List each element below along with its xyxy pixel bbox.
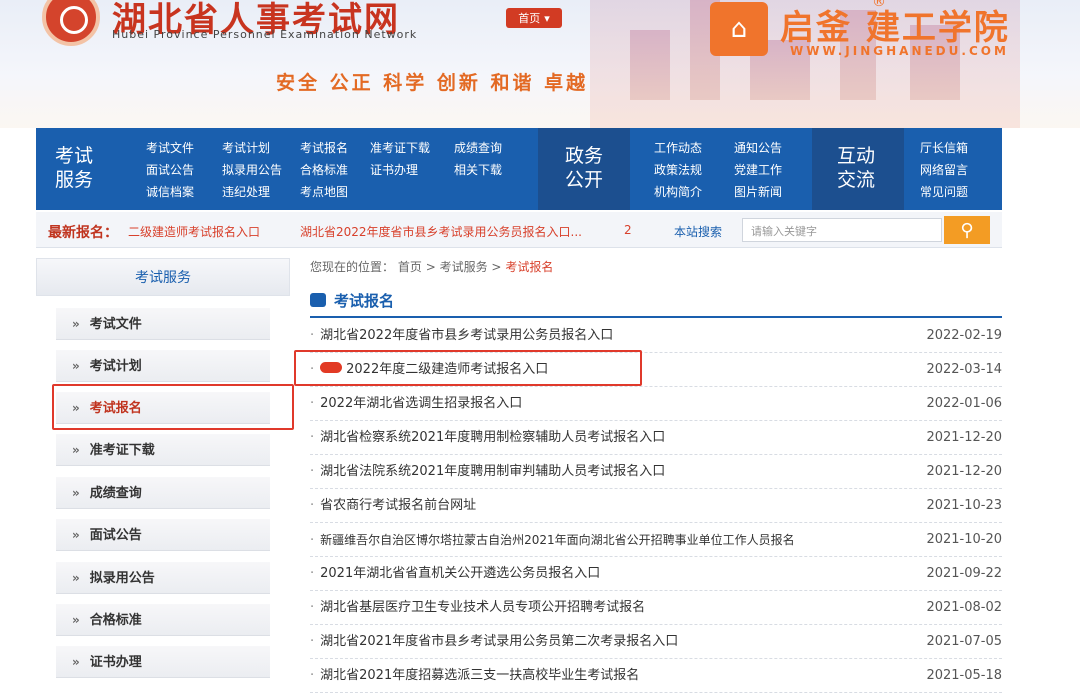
search-input[interactable]: 请输入关键字 (742, 218, 942, 242)
sidebar-item-certificate[interactable]: » 证书办理 (56, 646, 270, 678)
nav-link[interactable]: 拟录用公告 (222, 162, 300, 178)
section-divider (310, 316, 1002, 318)
arrow-icon: » (72, 528, 80, 542)
watermark-url: WWW.JINGHANEDU.COM (790, 44, 1009, 58)
nav-link[interactable]: 厅长信箱 (920, 140, 990, 156)
site-header: 湖北省人事考试网 Hubei Province Personnel Examin… (0, 0, 1080, 128)
arrow-icon: » (72, 571, 80, 585)
list-item[interactable]: · 湖北省2021年度招募选派三支一扶高校毕业生考试报名 2021-05-18 (310, 659, 1002, 693)
nav-link[interactable]: 违纪处理 (222, 184, 300, 200)
latest-more: 2 (624, 223, 632, 237)
nav-links-exam: 考试文件 考试计划 考试报名 准考证下载 成绩查询 面试公告 拟录用公告 合格标… (146, 140, 524, 200)
breadcrumb: 您现在的位置： 首页 > 考试服务 > 考试报名 (310, 260, 554, 274)
sidebar-item-admission-ticket[interactable]: » 准考证下载 (56, 434, 270, 466)
nav-link[interactable]: 考试报名 (300, 140, 370, 156)
sidebar-title: 考试服务 (36, 258, 290, 296)
nav-link[interactable]: 考试文件 (146, 140, 222, 156)
nav-link[interactable]: 相关下载 (454, 162, 524, 178)
nav-link[interactable]: 考试计划 (222, 140, 300, 156)
nav-link[interactable]: 准考证下载 (370, 140, 454, 156)
arrow-icon: » (72, 443, 80, 457)
nav-link[interactable]: 合格标准 (300, 162, 370, 178)
site-logo-icon[interactable] (42, 0, 100, 46)
list-item[interactable]: · 省农商行考试报名前台网址 2021-10-23 (310, 489, 1002, 523)
latest-label: 最新报名： (48, 225, 118, 241)
site-slogan: 安全 公正 科学 创新 和谐 卓越 (276, 72, 589, 94)
breadcrumb-level1[interactable]: 考试服务 (440, 260, 488, 274)
sidebar-item-exam-docs[interactable]: » 考试文件 (56, 308, 270, 340)
list-item[interactable]: · 湖北省检察系统2021年度聘用制检察辅助人员考试报名入口 2021-12-20 (310, 421, 1002, 455)
sidebar-item-hire-notice[interactable]: » 拟录用公告 (56, 562, 270, 594)
nav-section-title-exam: 考试服务 (54, 145, 93, 191)
latest-link[interactable]: 二级建造师考试报名入口 (128, 223, 260, 240)
list-item[interactable]: · 2021年湖北省省直机关公开遴选公务员报名入口 2021-09-22 (310, 557, 1002, 591)
watermark-logo-icon: ⌂ (710, 2, 768, 56)
sidebar-item-interview-notice[interactable]: » 面试公告 (56, 519, 270, 551)
registered-mark: ® (872, 0, 886, 10)
chevron-down-icon: ▾ (544, 11, 550, 25)
nav-section-title-gov: 政务公开 (564, 145, 603, 191)
highlight-box-list (294, 350, 642, 386)
nav-link[interactable]: 诚信档案 (146, 184, 222, 200)
arrow-icon: » (72, 359, 80, 373)
nav-link[interactable]: 考点地图 (300, 184, 370, 200)
arrow-icon: » (72, 613, 80, 627)
nav-links-interact: 厅长信箱 网络留言 常见问题 (920, 140, 990, 200)
site-subtitle: Hubei Province Personnel Examination Net… (112, 28, 418, 41)
nav-section-title-interact: 互动交流 (836, 145, 875, 191)
list-item[interactable]: · 湖北省基层医疗卫生专业技术人员专项公开招聘考试报名 2021-08-02 (310, 591, 1002, 625)
list-item[interactable]: · 湖北省2022年度省市县乡考试录用公务员报名入口 2022-02-19 (310, 319, 1002, 353)
site-search-label: 本站搜索 (674, 225, 723, 239)
list-item[interactable]: · 湖北省法院系统2021年度聘用制审判辅助人员考试报名入口 2021-12-20 (310, 455, 1002, 489)
latest-registration-bar: 最新报名： 二级建造师考试报名入口 湖北省2022年度省市县乡考试录用公务员报名… (36, 212, 1002, 248)
arrow-icon: » (72, 486, 80, 500)
list-item[interactable]: · 2022年湖北省选调生招录报名入口 2022-01-06 (310, 387, 1002, 421)
breadcrumb-home[interactable]: 首页 (398, 260, 422, 274)
nav-link[interactable]: 通知公告 (734, 140, 810, 156)
nav-link[interactable]: 面试公告 (146, 162, 222, 178)
layers-icon (310, 293, 326, 307)
nav-link[interactable]: 证书办理 (370, 162, 454, 178)
nav-links-gov: 工作动态 通知公告 政策法规 党建工作 机构简介 图片新闻 (654, 140, 810, 200)
highlight-box-sidebar (52, 384, 294, 430)
nav-link[interactable]: 党建工作 (734, 162, 810, 178)
arrow-icon: » (72, 655, 80, 669)
list-item[interactable]: · 湖北省2021年度省市县乡考试录用公务员第二次考录报名入口 2021-07-05 (310, 625, 1002, 659)
nav-link[interactable]: 常见问题 (920, 184, 990, 200)
search-icon: ⚲ (960, 219, 974, 241)
nav-link[interactable]: 机构简介 (654, 184, 734, 200)
section-title: 考试报名 (310, 290, 394, 311)
watermark-brand: 启釜 建工学院 (780, 8, 1010, 48)
nav-link[interactable]: 政策法规 (654, 162, 734, 178)
search-button[interactable]: ⚲ (944, 216, 990, 244)
sidebar-item-score-query[interactable]: » 成绩查询 (56, 477, 270, 509)
breadcrumb-current: 考试报名 (505, 260, 554, 274)
nav-link[interactable]: 图片新闻 (734, 184, 810, 200)
nav-link[interactable]: 工作动态 (654, 140, 734, 156)
sidebar-item-exam-plan[interactable]: » 考试计划 (56, 350, 270, 382)
list-item[interactable]: · 新疆维吾尔自治区博尔塔拉蒙古自治州2021年面向湖北省公开招聘事业单位工作人员… (310, 523, 1002, 557)
sidebar-item-pass-standard[interactable]: » 合格标准 (56, 604, 270, 636)
latest-link[interactable]: 湖北省2022年度省市县乡考试录用公务员报名入口... (300, 223, 640, 240)
nav-link[interactable]: 网络留言 (920, 162, 990, 178)
home-button[interactable]: 首页 ▾ (506, 8, 562, 28)
main-nav: 考试服务 考试文件 考试计划 考试报名 准考证下载 成绩查询 面试公告 拟录用公… (36, 128, 1002, 210)
arrow-icon: » (72, 317, 80, 331)
nav-link[interactable]: 成绩查询 (454, 140, 524, 156)
